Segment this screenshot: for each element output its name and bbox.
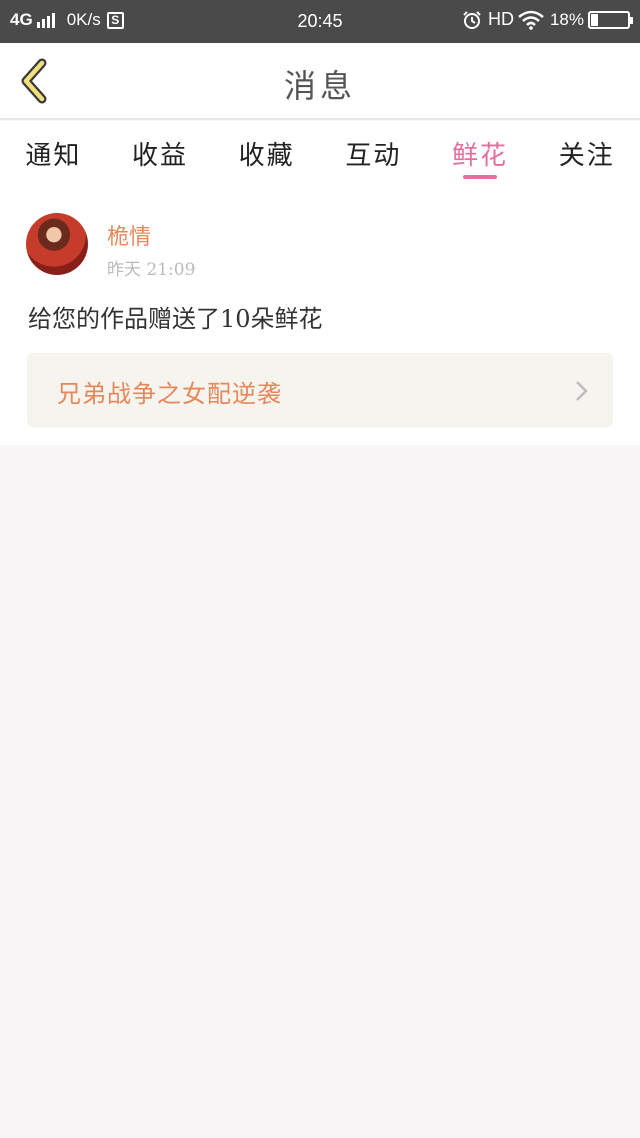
tab-interactions[interactable]: 互动 [320,121,427,185]
header: 消息 [0,43,640,120]
avatar[interactable] [26,213,88,275]
alarm-icon [463,10,481,29]
battery-percent: 18% [549,9,584,29]
work-link-card[interactable]: 兄弟战争之女配逆袭 [27,353,613,427]
battery-icon [588,10,633,29]
tab-earnings[interactable]: 收益 [107,121,214,185]
page-title: 消息 [283,67,356,105]
username[interactable]: 桅情 [107,219,151,251]
tab-flowers[interactable]: 鲜花 [427,121,534,185]
notification-card: 桅情 昨天 21:09 给您的作品赠送了10朵鲜花 兄弟战争之女配逆袭 [0,185,640,445]
status-bar: 4G 0K/s S 20:45 HD 18% [0,0,640,43]
hd-indicator: HD [487,9,514,29]
wifi-icon [518,10,544,30]
tab-notifications[interactable]: 通知 [0,121,107,185]
work-title: 兄弟战争之女配逆袭 [57,380,282,408]
tab-favorites[interactable]: 收藏 [213,121,320,185]
chevron-right-icon [576,381,588,401]
battery-fill [591,13,598,26]
tab-bar: 通知 收益 收藏 互动 鲜花 关注 [0,121,640,185]
tab-follows[interactable]: 关注 [533,121,640,185]
timestamp: 昨天 21:09 [107,260,196,280]
notification-message: 给您的作品赠送了10朵鲜花 [28,305,323,333]
